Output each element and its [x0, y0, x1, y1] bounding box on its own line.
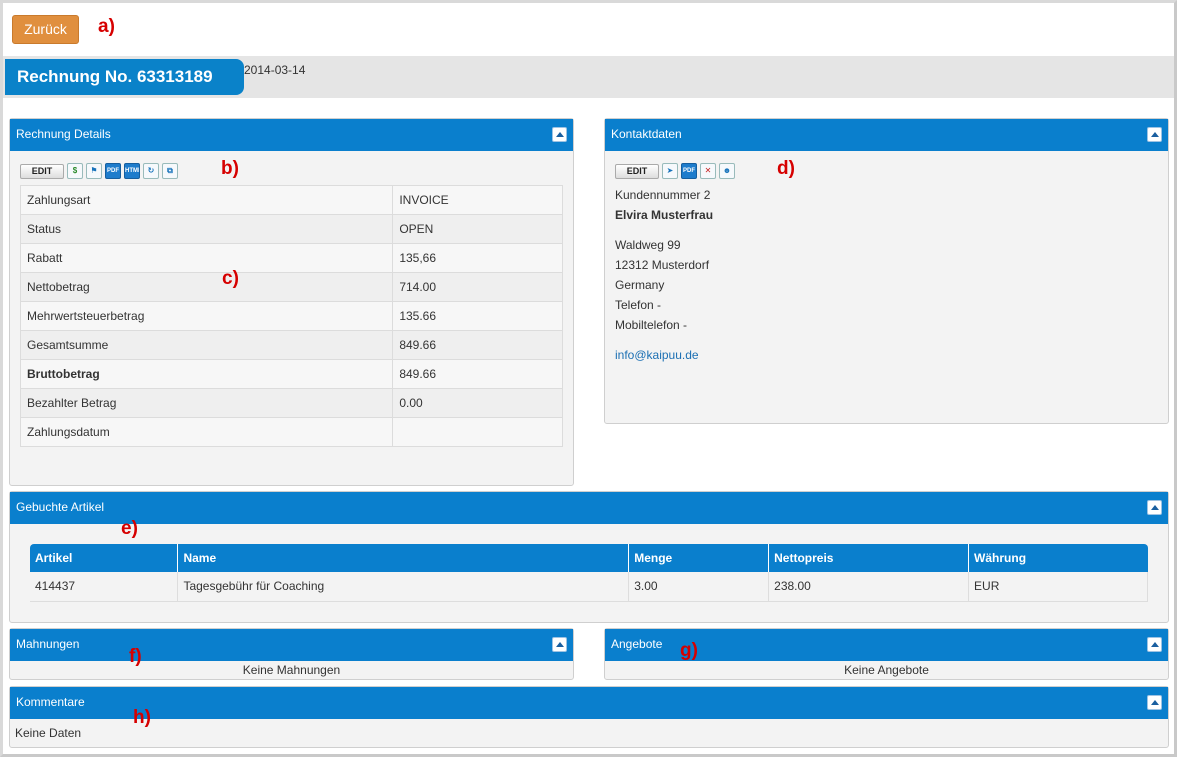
- details-row-label: Bruttobetrag: [19, 359, 394, 389]
- delete-icon[interactable]: ✕: [700, 163, 716, 179]
- comments-panel-header: Kommentare: [10, 687, 1168, 719]
- html-icon[interactable]: HTML: [124, 163, 140, 179]
- details-row-value: 849.66: [392, 330, 563, 360]
- edit-button[interactable]: EDIT: [615, 163, 659, 179]
- details-table: Zahlungsart INVOICE Status OPEN Rabatt 135,66…: [19, 185, 563, 447]
- contact-toolbar: EDIT ➤ PDF ✕ ☻: [615, 163, 735, 179]
- details-row-value: [392, 417, 563, 447]
- details-row-label: Zahlungsart: [19, 185, 394, 215]
- collapse-icon[interactable]: [1147, 500, 1162, 515]
- details-row: Bruttobetrag 849.66: [19, 359, 563, 389]
- column-header[interactable]: Währung: [968, 544, 1148, 572]
- collapse-icon[interactable]: [1147, 695, 1162, 710]
- bell-icon[interactable]: ⚑: [86, 163, 102, 179]
- table-cell: 3.00: [628, 572, 770, 602]
- annotation-d: d): [777, 158, 795, 179]
- articles-table: Artikel Name Menge Nettopreis Währung 414437…: [30, 544, 1148, 602]
- details-toolbar: EDIT $ ⚑ PDF HTML ↻ ⧉: [20, 163, 178, 179]
- reminders-panel-header: Mahnungen: [10, 629, 573, 661]
- page-title: Rechnung No. 63313189: [5, 59, 244, 95]
- invoice-date: 2014-03-14: [244, 63, 306, 77]
- column-header[interactable]: Name: [177, 544, 630, 572]
- annotation-e: e): [121, 518, 138, 539]
- table-cell: 238.00: [768, 572, 970, 602]
- comments-panel-title: Kommentare: [16, 695, 85, 709]
- details-row-label: Zahlungsdatum: [19, 417, 394, 447]
- contact-info: Kundennummer 2 Elvira Musterfrau Waldweg…: [615, 185, 713, 365]
- contact-panel-header: Kontaktdaten: [605, 119, 1168, 151]
- details-row: Mehrwertsteuerbetrag 135.66: [19, 301, 563, 331]
- details-row: Nettobetrag 714.00: [19, 272, 563, 302]
- comments-panel: Kommentare: [9, 686, 1169, 748]
- edit-button[interactable]: EDIT: [20, 163, 64, 179]
- table-cell: 414437: [30, 572, 179, 602]
- table-cell: Tagesgebühr für Coaching: [177, 572, 630, 602]
- address-country: Germany: [615, 278, 665, 292]
- annotation-b: b): [221, 158, 239, 179]
- customer-number: Kundennummer 2: [615, 188, 711, 202]
- table-cell: EUR: [968, 572, 1148, 602]
- collapse-icon[interactable]: [1147, 637, 1162, 652]
- details-row-value: OPEN: [392, 214, 563, 244]
- details-row-label: Gesamtsumme: [19, 330, 394, 360]
- annotation-f: f): [129, 646, 142, 667]
- annotation-g: g): [680, 640, 698, 661]
- mobile: Mobiltelefon -: [615, 318, 688, 332]
- comments-empty: Keine Daten: [15, 726, 82, 740]
- column-header[interactable]: Nettopreis: [768, 544, 970, 572]
- details-row-label: Rabatt: [19, 243, 394, 273]
- details-panel-header: Rechnung Details: [10, 119, 573, 151]
- column-header[interactable]: Artikel: [30, 544, 179, 572]
- phone: Telefon -: [615, 298, 662, 312]
- email-link[interactable]: info@kaipuu.de: [615, 348, 699, 362]
- details-row-label: Mehrwertsteuerbetrag: [19, 301, 394, 331]
- details-row-value: 849.66: [392, 359, 563, 389]
- details-row: Status OPEN: [19, 214, 563, 244]
- details-row-value: 0.00: [392, 388, 563, 418]
- copy-icon[interactable]: ⧉: [162, 163, 178, 179]
- details-row: Zahlungsdatum: [19, 417, 563, 447]
- address-street: Waldweg 99: [615, 238, 681, 252]
- offers-empty: Keine Angebote: [844, 663, 929, 677]
- reminders-empty: Keine Mahnungen: [242, 663, 341, 677]
- customer-name: Elvira Musterfrau: [615, 208, 714, 222]
- annotation-a: a): [98, 16, 115, 37]
- collapse-icon[interactable]: [552, 127, 567, 142]
- details-row: Rabatt 135,66: [19, 243, 563, 273]
- details-row: Gesamtsumme 849.66: [19, 330, 563, 360]
- pdf-icon[interactable]: PDF: [681, 163, 697, 179]
- reminders-panel-title: Mahnungen: [16, 637, 80, 651]
- address-city: 12312 Musterdorf: [615, 258, 710, 272]
- annotation-h: h): [133, 707, 151, 728]
- send-icon[interactable]: ➤: [662, 163, 678, 179]
- details-row-label: Nettobetrag: [19, 272, 394, 302]
- user-icon[interactable]: ☻: [719, 163, 735, 179]
- details-row-value: INVOICE: [392, 185, 563, 215]
- pdf-icon[interactable]: PDF: [105, 163, 121, 179]
- column-header[interactable]: Menge: [628, 544, 770, 572]
- articles-panel-title: Gebuchte Artikel: [16, 500, 105, 514]
- refresh-icon[interactable]: ↻: [143, 163, 159, 179]
- contact-panel-title: Kontaktdaten: [611, 127, 682, 141]
- details-panel-title: Rechnung Details: [16, 127, 111, 141]
- back-button[interactable]: Zurück: [12, 15, 79, 44]
- details-row: Zahlungsart INVOICE: [19, 185, 563, 215]
- dollar-icon[interactable]: $: [67, 163, 83, 179]
- details-row-value: 135,66: [392, 243, 563, 273]
- details-row-label: Status: [19, 214, 394, 244]
- collapse-icon[interactable]: [1147, 127, 1162, 142]
- annotation-c: c): [222, 268, 239, 289]
- details-row: Bezahlter Betrag 0.00: [19, 388, 563, 418]
- table-row[interactable]: 414437 Tagesgebühr für Coaching 3.00 238.00…: [30, 572, 1148, 602]
- collapse-icon[interactable]: [552, 637, 567, 652]
- details-row-label: Bezahlter Betrag: [19, 388, 394, 418]
- details-row-value: 714.00: [392, 272, 563, 302]
- articles-panel-header: Gebuchte Artikel: [10, 492, 1168, 524]
- details-row-value: 135.66: [392, 301, 563, 331]
- offers-panel-title: Angebote: [611, 637, 663, 651]
